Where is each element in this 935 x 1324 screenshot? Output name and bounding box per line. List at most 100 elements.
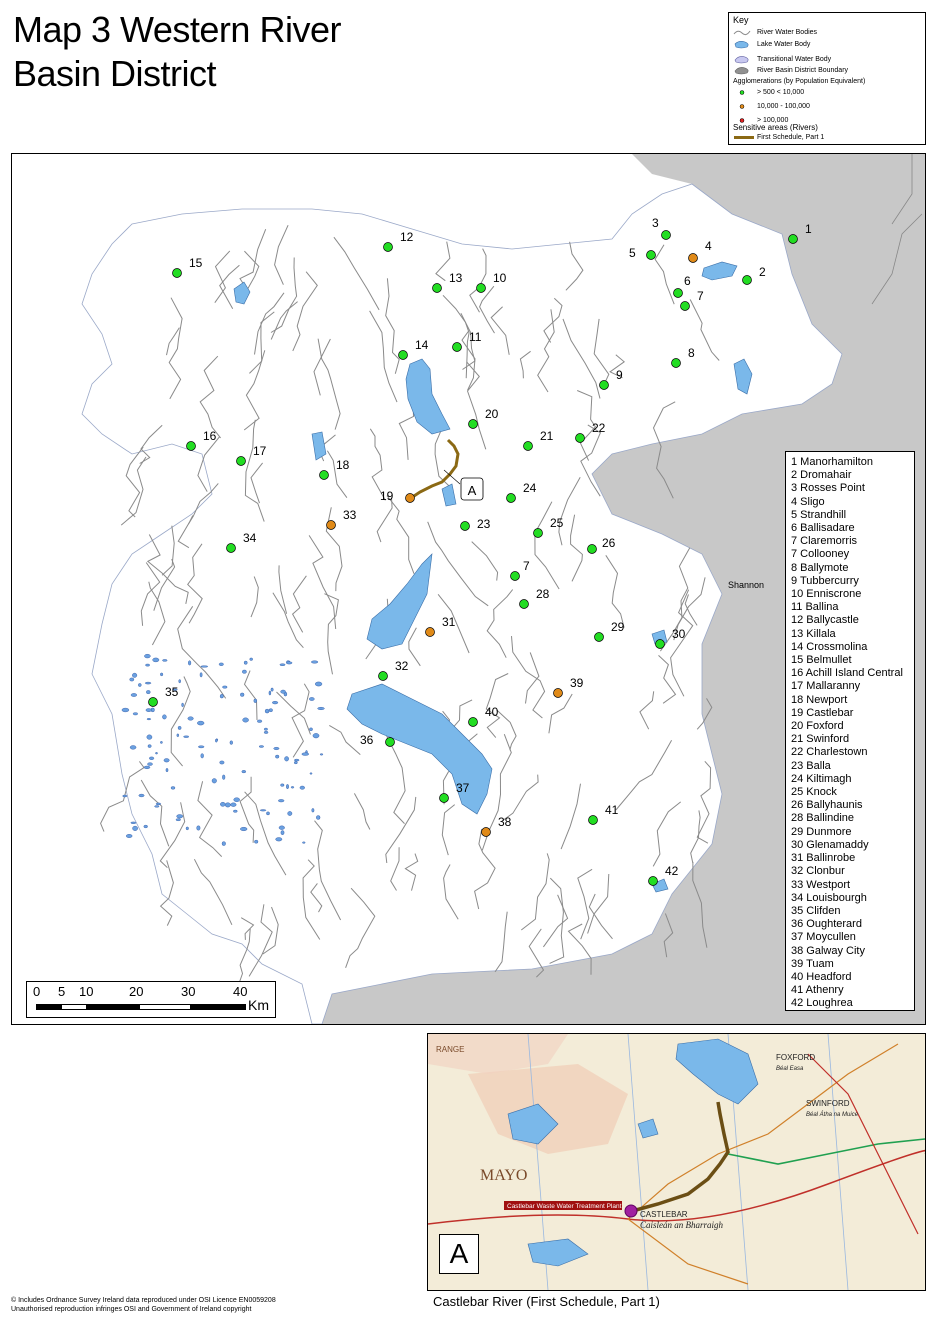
- key-item-transitional: Transitional Water Body: [733, 54, 831, 64]
- town-marker[interactable]: [476, 283, 486, 293]
- town-marker[interactable]: [688, 253, 698, 263]
- town-marker[interactable]: [468, 419, 478, 429]
- small-lake: [175, 818, 181, 822]
- small-lake: [240, 692, 245, 697]
- town-marker[interactable]: [378, 671, 388, 681]
- key-label-boundary: River Basin District Boundary: [757, 66, 849, 74]
- town-marker[interactable]: [319, 470, 329, 480]
- town-marker[interactable]: [326, 520, 336, 530]
- scale-segment: [139, 1004, 191, 1010]
- town-legend-item: 41 Athenry: [791, 984, 844, 997]
- small-lake: [199, 672, 203, 678]
- small-lake: [130, 693, 138, 697]
- town-marker[interactable]: [655, 639, 665, 649]
- town-marker[interactable]: [599, 380, 609, 390]
- town-marker[interactable]: [519, 599, 529, 609]
- small-lake: [198, 745, 205, 749]
- town-marker[interactable]: [236, 456, 246, 466]
- small-lake: [215, 738, 218, 743]
- scale-tick-label: 10: [79, 984, 94, 999]
- town-number-label: 23: [477, 517, 491, 531]
- inset-map[interactable]: Castlebar Waste Water Treatment Plant MA…: [427, 1033, 926, 1291]
- town-marker[interactable]: [148, 697, 158, 707]
- small-lake: [154, 805, 160, 808]
- town-marker[interactable]: [439, 793, 449, 803]
- town-marker[interactable]: [575, 433, 585, 443]
- town-legend-item: 12 Ballycastle: [791, 614, 859, 627]
- town-marker[interactable]: [481, 827, 491, 837]
- town-number-label: 21: [540, 429, 554, 443]
- town-marker[interactable]: [673, 288, 683, 298]
- town-number-label: 32: [395, 659, 409, 673]
- scale-bar: 0 5 10 20 30 40 Km: [26, 981, 276, 1018]
- small-lake: [178, 679, 181, 684]
- town-marker[interactable]: [661, 230, 671, 240]
- town-legend-item: 13 Killala: [791, 627, 836, 640]
- town-legend-item: 30 Glenamaddy: [791, 838, 869, 851]
- small-lake: [275, 754, 280, 759]
- transitional-fill-icon: [733, 55, 751, 64]
- town-marker[interactable]: [671, 358, 681, 368]
- town-marker[interactable]: [226, 543, 236, 553]
- town-number-label: 14: [415, 338, 429, 352]
- sensitive-river-icon: [733, 133, 755, 142]
- town-number-label: 11: [469, 330, 482, 344]
- small-lake: [147, 762, 153, 766]
- town-marker[interactable]: [398, 350, 408, 360]
- town-marker[interactable]: [510, 571, 520, 581]
- town-marker[interactable]: [533, 528, 543, 538]
- small-lake: [311, 808, 315, 813]
- town-marker[interactable]: [648, 876, 658, 886]
- town-marker[interactable]: [425, 627, 435, 637]
- town-marker[interactable]: [788, 234, 798, 244]
- town-legend-item: 26 Ballyhaunis: [791, 799, 863, 812]
- town-marker[interactable]: [506, 493, 516, 503]
- small-lake: [145, 708, 152, 712]
- town-marker[interactable]: [553, 688, 563, 698]
- town-marker[interactable]: [594, 632, 604, 642]
- town-legend-item: 23 Balla: [791, 759, 831, 772]
- town-number-label: 8: [688, 346, 695, 360]
- small-lake: [242, 717, 249, 723]
- inset-label-mayo: MAYO: [480, 1167, 527, 1184]
- town-legend-item: 11 Ballina: [791, 601, 839, 614]
- scale-unit: Km: [248, 997, 269, 1013]
- small-lake: [143, 765, 151, 769]
- town-number-label: 20: [485, 407, 499, 421]
- town-number-label: 7: [697, 289, 704, 303]
- town-marker[interactable]: [588, 815, 598, 825]
- town-marker[interactable]: [405, 493, 415, 503]
- inset-label-swinford: SWINFORD: [806, 1099, 850, 1108]
- town-marker[interactable]: [468, 717, 478, 727]
- town-number-label: 12: [400, 230, 414, 244]
- town-marker[interactable]: [680, 301, 690, 311]
- town-marker[interactable]: [383, 242, 393, 252]
- town-number-label: 37: [456, 781, 470, 795]
- town-legend-item: 28 Ballindine: [791, 812, 854, 825]
- town-marker[interactable]: [523, 441, 533, 451]
- town-legend-item: 5 Strandhill: [791, 508, 847, 521]
- small-lake: [258, 745, 264, 748]
- town-marker[interactable]: [432, 283, 442, 293]
- key-agg-small: > 500 < 10,000: [733, 87, 804, 97]
- town-marker[interactable]: [742, 275, 752, 285]
- inset-label-beal-easa: Béal Easa: [776, 1066, 804, 1072]
- town-marker[interactable]: [452, 342, 462, 352]
- scale-segment: [87, 1004, 139, 1010]
- town-marker[interactable]: [460, 521, 470, 531]
- town-number-label: 2: [759, 265, 766, 279]
- small-lake: [294, 758, 300, 762]
- key-agglomerations-header: Agglomerations (by Population Equivalent…: [733, 78, 866, 85]
- town-legend-item: 21 Swinford: [791, 733, 850, 746]
- town-number-label: 26: [602, 536, 616, 550]
- town-number-label: 33: [343, 508, 357, 522]
- town-marker[interactable]: [587, 544, 597, 554]
- town-marker[interactable]: [186, 441, 196, 451]
- town-number-label: 16: [203, 429, 217, 443]
- town-marker[interactable]: [646, 250, 656, 260]
- key-item-lake: Lake Water Body: [733, 39, 810, 49]
- map-title-line1: Map 3 Western River: [13, 9, 341, 50]
- town-marker[interactable]: [385, 737, 395, 747]
- town-marker[interactable]: [172, 268, 182, 278]
- town-legend-item: 8 Ballymote: [791, 561, 849, 574]
